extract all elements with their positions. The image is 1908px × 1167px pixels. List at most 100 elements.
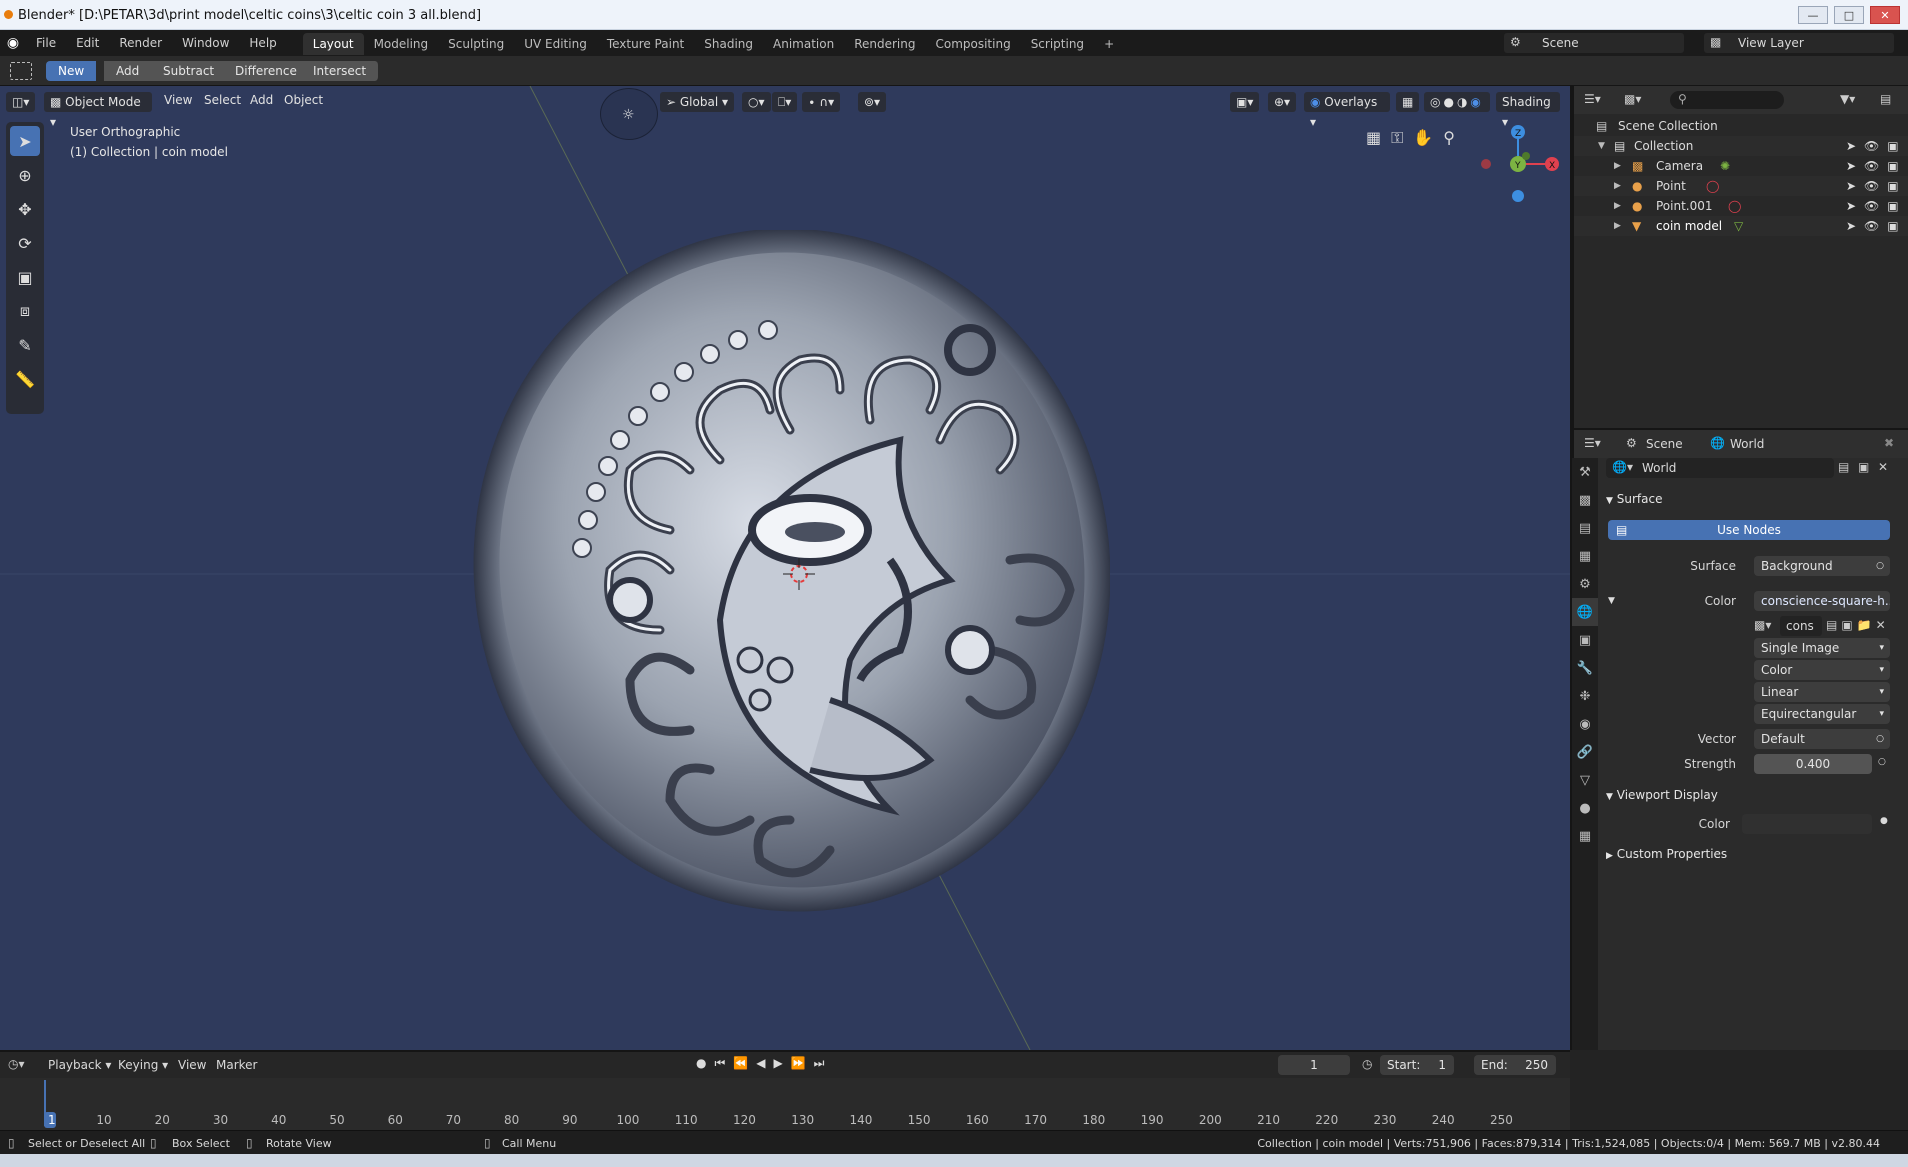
- measure-tool-icon[interactable]: 📏: [10, 364, 40, 394]
- add-workspace-button[interactable]: +: [1094, 33, 1124, 55]
- menu-render[interactable]: Render: [109, 30, 172, 56]
- snap-toggle[interactable]: ⎕▾: [772, 92, 798, 112]
- mode-difference-button[interactable]: Difference: [223, 61, 310, 81]
- timeline-menu-playback[interactable]: Playback ▾: [48, 1058, 111, 1072]
- transform-orientation-dropdown[interactable]: ➢ Global ▾: [660, 92, 734, 112]
- point-001-visibility-icons[interactable]: ➤👁▣: [1846, 196, 1907, 216]
- transform-tool-icon[interactable]: ⧈: [10, 296, 40, 326]
- maximize-button[interactable]: □: [1834, 6, 1864, 24]
- render-tab-icon[interactable]: ▩: [1572, 486, 1598, 514]
- object-tab-icon[interactable]: ▣: [1572, 626, 1598, 654]
- colorspace-dropdown[interactable]: Color ▾: [1754, 660, 1890, 680]
- vp-menu-select[interactable]: Select: [204, 93, 241, 107]
- pin-icon[interactable]: ✖: [1884, 436, 1894, 450]
- scale-tool-icon[interactable]: ▣: [10, 262, 40, 292]
- strength-slider[interactable]: 0.400: [1754, 754, 1872, 774]
- image-browse-icon[interactable]: ▩▾: [1754, 618, 1771, 632]
- tab-texture-paint[interactable]: Texture Paint: [597, 33, 694, 55]
- mode-add-button[interactable]: Add: [104, 61, 153, 81]
- tab-animation[interactable]: Animation: [763, 33, 844, 55]
- expand-icon[interactable]: ▼: [1598, 136, 1605, 156]
- gizmo-dropdown[interactable]: ⊚▾: [858, 92, 887, 112]
- vp-menu-add[interactable]: Add: [250, 93, 273, 107]
- scene-selector[interactable]: ⚙ Scene: [1504, 33, 1684, 53]
- mode-subtract-button[interactable]: Subtract: [151, 61, 228, 81]
- use-nodes-button[interactable]: ▤ Use Nodes: [1608, 520, 1890, 540]
- view-layer-tab-icon[interactable]: ▦: [1572, 542, 1598, 570]
- current-frame-field[interactable]: 1: [1278, 1055, 1350, 1075]
- expand-icon[interactable]: ▶: [1614, 216, 1621, 236]
- data-tab-icon[interactable]: ▽: [1572, 766, 1598, 794]
- image-name-field[interactable]: cons: [1780, 616, 1822, 636]
- timeline-menu-marker[interactable]: Marker: [216, 1058, 257, 1072]
- gizmos-visibility-dropdown[interactable]: ⊕▾: [1268, 92, 1297, 112]
- tab-modeling[interactable]: Modeling: [364, 33, 439, 55]
- outliner-item-coin-model[interactable]: ▶ ▼ coin model ▽ ➤👁▣: [1574, 216, 1908, 236]
- timeline-editor-icon[interactable]: ◷▾: [8, 1057, 25, 1071]
- shading-dropdown[interactable]: Shading ▾: [1496, 92, 1560, 129]
- outliner-search-input[interactable]: ⚲: [1670, 91, 1784, 109]
- vp-menu-view[interactable]: View: [164, 93, 192, 107]
- image-source-dropdown[interactable]: Single Image ▾: [1754, 638, 1890, 658]
- play-icon[interactable]: ▶: [773, 1056, 782, 1071]
- surface-panel-header[interactable]: ▼ Surface: [1606, 492, 1662, 506]
- particles-tab-icon[interactable]: ❉: [1572, 682, 1598, 710]
- outliner-item-camera[interactable]: ▶ ▩ Camera ✺ ➤👁▣: [1574, 156, 1908, 176]
- world-browse-icon[interactable]: 🌐▾: [1612, 460, 1633, 474]
- modifiers-tab-icon[interactable]: 🔧: [1572, 654, 1598, 682]
- expand-icon[interactable]: ▶: [1614, 196, 1621, 216]
- display-mode-icon[interactable]: ▩▾: [1624, 92, 1641, 106]
- proportional-edit-toggle[interactable]: ∙ ∩▾: [802, 92, 841, 112]
- select-box-icon[interactable]: [10, 62, 32, 80]
- view-layer-selector[interactable]: ▩ View Layer: [1704, 33, 1894, 53]
- tool-tab-icon[interactable]: ⚒: [1572, 458, 1598, 486]
- camera-icon[interactable]: ⚿: [1391, 128, 1403, 148]
- close-button[interactable]: ✕: [1870, 6, 1900, 24]
- breadcrumb-scene[interactable]: Scene: [1646, 437, 1683, 451]
- scene-tab-icon[interactable]: ⚙: [1572, 570, 1598, 598]
- zoom-icon[interactable]: ⚲: [1443, 128, 1455, 148]
- camera-view-toggle[interactable]: ☼: [600, 88, 658, 140]
- surface-shader-field[interactable]: Background ○: [1754, 556, 1890, 576]
- shading-modes[interactable]: ◎●◑◉: [1424, 92, 1490, 112]
- new-collection-icon[interactable]: ▤: [1880, 92, 1891, 106]
- output-tab-icon[interactable]: ▤: [1572, 514, 1598, 542]
- breadcrumb-world[interactable]: World: [1730, 437, 1764, 451]
- outliner-item-point-001[interactable]: ▶ ● Point.001 ◯ ➤👁▣: [1574, 196, 1908, 216]
- menu-edit[interactable]: Edit: [66, 30, 109, 56]
- filter-icon[interactable]: ▼▾: [1840, 92, 1855, 106]
- coin-model-visibility-icons[interactable]: ➤👁▣: [1846, 216, 1907, 236]
- grid-view-icon[interactable]: ▦: [1366, 128, 1381, 148]
- viewport-display-panel-header[interactable]: ▼ Viewport Display: [1606, 788, 1718, 802]
- timeline-ruler[interactable]: 1 10 20 30 40 50 60 70 80 90 100 110 120 130 140 150 160…: [0, 1080, 1570, 1130]
- duplicate-world-icon[interactable]: ▣: [1858, 460, 1869, 474]
- menu-window[interactable]: Window: [172, 30, 239, 56]
- overlays-dropdown[interactable]: ◉ Overlays ▾: [1304, 92, 1390, 129]
- annotate-tool-icon[interactable]: ✎: [10, 330, 40, 360]
- menu-help[interactable]: Help: [239, 30, 286, 56]
- viewport-color-swatch[interactable]: [1742, 814, 1872, 834]
- expand-icon[interactable]: ▶: [1614, 176, 1621, 196]
- mode-new-button[interactable]: New: [46, 61, 98, 81]
- tab-layout[interactable]: Layout: [302, 33, 364, 55]
- unlink-world-icon[interactable]: ✕: [1878, 460, 1888, 474]
- texture-tab-icon[interactable]: ▦: [1572, 822, 1598, 850]
- tab-uv-editing[interactable]: UV Editing: [514, 33, 597, 55]
- point-visibility-icons[interactable]: ➤👁▣: [1846, 176, 1907, 196]
- tab-sculpting[interactable]: Sculpting: [438, 33, 514, 55]
- projection-dropdown[interactable]: Equirectangular ▾: [1754, 704, 1890, 724]
- tab-compositing[interactable]: Compositing: [925, 33, 1020, 55]
- pan-hand-icon[interactable]: ✋: [1413, 128, 1433, 148]
- jump-start-icon[interactable]: ⏮: [714, 1056, 725, 1071]
- timeline-menu-view[interactable]: View: [178, 1058, 206, 1072]
- custom-properties-panel-header[interactable]: ▶ Custom Properties: [1606, 847, 1727, 861]
- cursor-tool-icon[interactable]: ⊕: [10, 160, 40, 190]
- pivot-dropdown[interactable]: ○▾: [742, 92, 771, 112]
- area-divider[interactable]: [1570, 86, 1572, 1050]
- collection-visibility-icons[interactable]: ➤👁▣: [1846, 136, 1907, 156]
- start-frame-field[interactable]: Start: 1: [1380, 1055, 1454, 1075]
- menu-file[interactable]: File: [26, 30, 66, 56]
- view-object-types-dropdown[interactable]: ▣▾: [1230, 92, 1260, 112]
- world-datablock-field[interactable]: 🌐▾ World: [1606, 458, 1834, 478]
- physics-tab-icon[interactable]: ◉: [1572, 710, 1598, 738]
